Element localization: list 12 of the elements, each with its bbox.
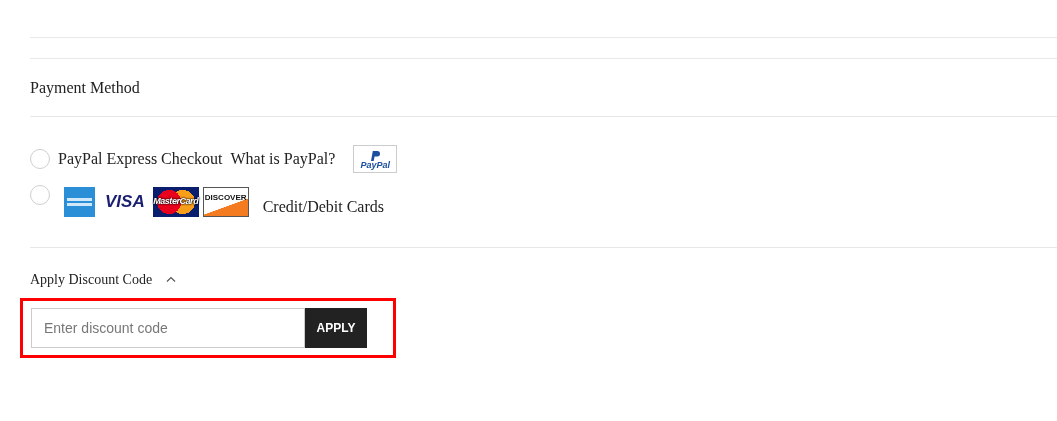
card-logo-icon (64, 187, 95, 217)
discount-code-field[interactable]: Enter discount code (31, 308, 305, 348)
section-title: Payment Method (30, 77, 140, 99)
what-is-paypal-link[interactable]: What is PayPal? (230, 147, 336, 171)
option-label: Credit/Debit Cards (262, 197, 384, 217)
paypal-logo: PayPal (353, 145, 398, 173)
discount-toggle[interactable]: Apply Discount Code (30, 268, 153, 290)
card-logo: DISCOVER (202, 187, 249, 217)
apply-button[interactable]: APPLY (305, 308, 367, 348)
option-label: PayPal Express Checkout (58, 149, 223, 170)
card-logo: VISA (104, 191, 146, 214)
chevron-icon[interactable] (166, 276, 177, 282)
